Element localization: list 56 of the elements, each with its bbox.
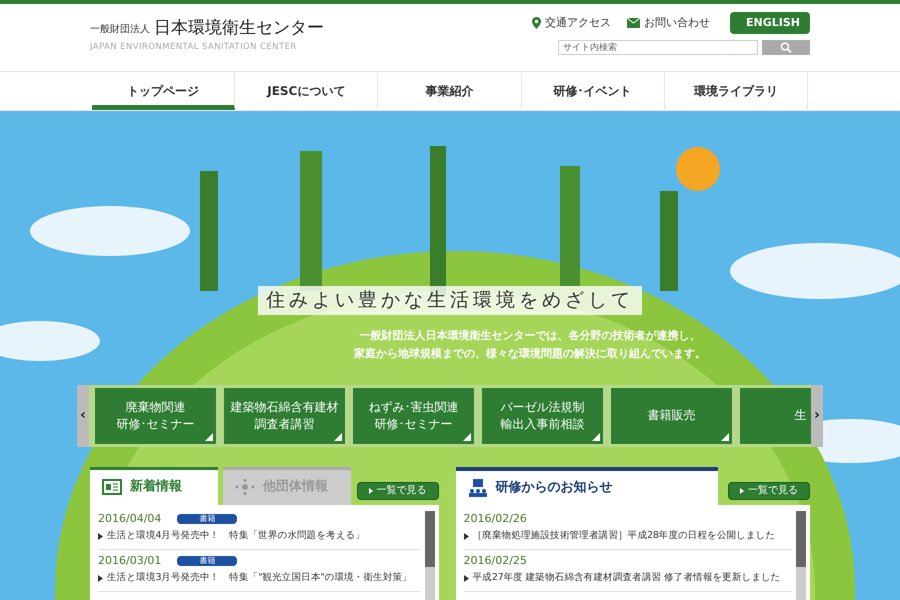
people-icon [468,478,488,496]
search-icon [780,42,792,53]
category-badge: 書籍 [177,514,238,524]
news-link[interactable]: ［廃棄物処理施設技術管理者講習］平成28年度の日程を公開しました [464,528,792,546]
newspaper-icon [102,479,122,495]
carousel-card[interactable]: 建築物石綿含有建材 調査者講習 [224,388,345,444]
nav-tab[interactable]: JESCについて [235,72,378,110]
news-date: 2016/04/04 [98,510,162,527]
news-date: 2016/02/26 [464,510,528,526]
carousel-card[interactable]: ねずみ･害虫関連 研修･セミナー [353,388,474,444]
news-date: 2016/03/01 [98,552,162,569]
hero-text-line: 一般財団法人日本環境衛生センターでは、各分野の技術者が連携し、 [360,328,700,344]
news-date: 2016/02/25 [464,552,528,568]
view-all-button[interactable]: 一覧で見る [728,482,810,500]
nav-tab[interactable]: 事業紹介 [378,72,522,110]
carousel-card[interactable]: 生 [740,388,811,444]
scrollbar[interactable] [424,510,435,600]
triangle-icon [98,533,103,540]
triangle-icon [98,575,103,582]
header-link[interactable]: お問い合わせ [627,14,710,32]
view-all-button[interactable]: 一覧で見る [356,482,439,500]
corner-triangle-icon [592,432,600,440]
header-link[interactable]: 交通アクセス [532,14,611,32]
search-field[interactable]: サイト内検索 [558,40,758,55]
panel-title: 研修からのお知らせ [496,478,613,497]
map-pin-icon [532,17,541,29]
corner-triangle-icon [205,432,213,440]
carousel-card[interactable]: バーゼル法規制 輸出入事前相談 [482,388,603,444]
carousel-card[interactable]: 廃棄物関連 研修･セミナー [95,388,216,444]
news-link[interactable]: 平成27年度 建築物石綿含有建材調査者講習 修了者情報を更新しました [464,570,792,588]
envelope-icon [627,18,640,28]
hero-headline: 住みよい豊かな生活環境をめざして [258,286,642,314]
carousel-next-button[interactable]: › [811,384,823,446]
news-link[interactable]: 生活と環境4月号発売中！ 特集「世界の水問題を考える」 [98,528,421,546]
org-name: 日本環境衛生センター [154,20,324,37]
corner-triangle-icon [463,432,471,440]
corner-triangle-icon [334,432,342,440]
panel-tab[interactable]: 新着情報 [90,466,218,504]
hero-text-line: 家庭から地球規模までの、様々な環境問題の解決に取り組んでいます。 [354,346,706,362]
org-prefix: 一般財団法人 [90,22,150,37]
news-link[interactable]: 生活と環境3月号発売中！ 特集「"観光立国日本"の環境・衛生対策」 [98,570,421,588]
search-button[interactable] [762,40,810,55]
nav-tab[interactable]: 研修･イベント [522,72,665,110]
nav-tab[interactable]: 環境ライブラリ [664,72,808,110]
scrollbar[interactable] [796,510,806,600]
org-english-name: JAPAN ENVIRONMENTAL SANITATION CENTER [90,41,298,54]
network-icon [235,479,255,495]
triangle-icon [464,575,469,582]
triangle-icon [368,488,373,494]
carousel-prev-button[interactable]: ‹ [77,384,89,446]
triangle-icon [740,488,744,494]
triangle-icon [464,533,469,540]
english-button[interactable]: ENGLISH [730,12,810,34]
category-badge: 書籍 [177,556,238,566]
carousel-card[interactable]: 書籍販売 [611,388,732,444]
corner-triangle-icon [721,432,729,440]
